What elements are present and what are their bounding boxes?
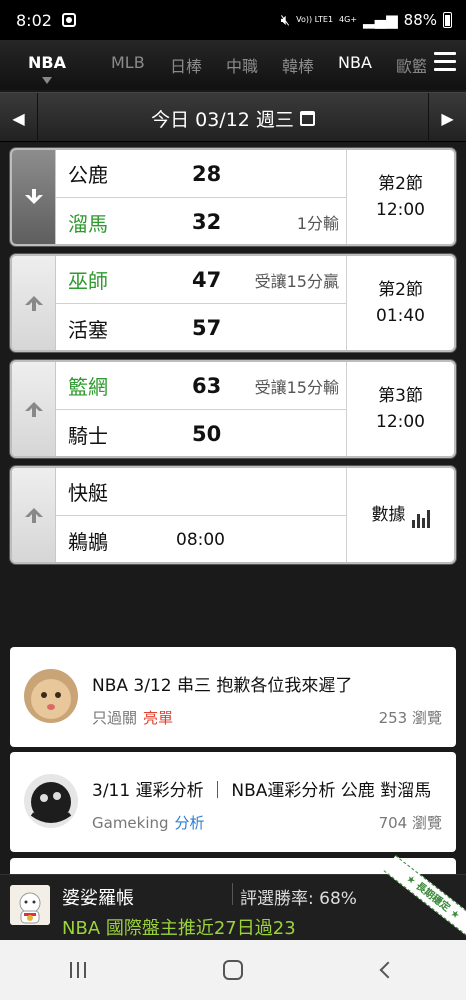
article-views: 704 瀏覽 bbox=[378, 814, 442, 832]
divider bbox=[232, 883, 233, 905]
date-bar: ◀ 今日 03/12 週三 ▶ bbox=[0, 92, 466, 143]
tab-cpbl[interactable]: 中職 bbox=[226, 53, 258, 77]
team-score: 32 bbox=[192, 210, 222, 234]
tab-label: NBA bbox=[28, 53, 66, 72]
game-card[interactable]: 巫師 47 受讓15分贏 活塞 57 第2節 01:40 bbox=[10, 254, 456, 352]
date-selector[interactable]: 今日 03/12 週三 bbox=[38, 93, 428, 143]
article-author: Gameking 分析 bbox=[92, 812, 205, 833]
team-name: 籃網 bbox=[68, 375, 108, 399]
team-row-away: 活塞 57 bbox=[56, 304, 347, 350]
home-button[interactable] bbox=[203, 950, 263, 990]
app-notification-icon bbox=[61, 13, 76, 27]
expand-arrow-icon[interactable] bbox=[12, 362, 56, 456]
article-card[interactable]: NBA 3/12 串三 抱歉各位我來遲了 只過關 亮單 253 瀏覽 bbox=[10, 647, 456, 747]
author-name: 只過關 bbox=[92, 709, 138, 727]
team-row-home: 快艇 bbox=[56, 468, 347, 516]
hamburger-menu-icon[interactable] bbox=[434, 52, 456, 72]
article-title: 3/11 運彩分析 ｜ NBA運彩分析 公鹿 對溜馬 bbox=[92, 781, 432, 801]
team-name: 巫師 bbox=[68, 269, 108, 293]
back-icon bbox=[379, 961, 397, 979]
team-row-away: 騎士 50 bbox=[56, 410, 347, 456]
game-period: 第2節 bbox=[378, 280, 423, 300]
volte-indicator: Vo)) LTE1 bbox=[296, 15, 334, 24]
collapse-arrow-icon[interactable] bbox=[12, 150, 56, 244]
game-card[interactable]: 公鹿 28 溜馬 32 1分輸 第2節 12:00 bbox=[10, 148, 456, 246]
team-name: 鵜鶘 bbox=[68, 529, 108, 554]
team-name: 快艇 bbox=[68, 481, 108, 505]
tab-npb[interactable]: 日棒 bbox=[170, 53, 202, 77]
battery-percent: 88% bbox=[403, 11, 437, 29]
game-period: 第2節 bbox=[378, 174, 423, 194]
author-avatar bbox=[24, 669, 78, 723]
team-name: 溜馬 bbox=[68, 211, 108, 236]
article-author: 只過關 亮單 bbox=[92, 707, 173, 728]
team-score: 63 bbox=[192, 373, 222, 398]
recents-icon bbox=[69, 962, 86, 978]
home-icon bbox=[222, 960, 243, 980]
handicap-result: 受讓15分贏 bbox=[254, 271, 339, 291]
article-views: 253 瀏覽 bbox=[378, 709, 442, 727]
recent-apps-button[interactable] bbox=[48, 950, 108, 990]
date-label: 今日 03/12 週三 bbox=[151, 108, 294, 131]
stats-label: 數據 bbox=[371, 505, 406, 525]
team-row-home: 巫師 47 受讓15分贏 bbox=[56, 256, 347, 304]
league-tab-bar: NBA MLB 日棒 中職 韓棒 NBA 歐籃 bbox=[0, 40, 466, 90]
tab-nba-2[interactable]: NBA bbox=[338, 53, 372, 72]
tab-nba[interactable]: NBA bbox=[28, 53, 66, 84]
tab-kbo[interactable]: 韓棒 bbox=[282, 53, 314, 77]
game-status: 第2節 01:40 bbox=[346, 256, 454, 350]
tipster-record: NBA 國際盤主推近27日過23 bbox=[62, 918, 296, 939]
team-score: 47 bbox=[192, 267, 222, 292]
prev-day-arrow-icon[interactable]: ◀ bbox=[0, 93, 38, 143]
article-title: NBA 3/12 串三 抱歉各位我來遲了 bbox=[92, 676, 353, 696]
article-card[interactable]: 3/11 運彩分析 ｜ NBA運彩分析 公鹿 對溜馬 Gameking 分析 70… bbox=[10, 752, 456, 852]
handicap-result: 1分輸 bbox=[296, 214, 339, 233]
network-indicator: 4G+ bbox=[339, 15, 358, 24]
author-name: Gameking bbox=[92, 814, 169, 832]
team-row-away: 鵜鶘 08:00 bbox=[56, 516, 347, 562]
tipster-win-rate: 評選勝率: 68% bbox=[240, 889, 357, 909]
game-clock: 12:00 bbox=[376, 200, 425, 220]
article-category-tag: 亮單 bbox=[143, 709, 174, 727]
game-clock: 01:40 bbox=[376, 306, 425, 326]
status-bar: 8:02 🔇︎ Vo)) LTE1 4G+ ▂▄▆ 88% bbox=[0, 0, 466, 40]
game-stats-link[interactable]: 數據 bbox=[346, 468, 454, 562]
game-status: 第3節 12:00 bbox=[346, 362, 454, 456]
expand-arrow-icon[interactable] bbox=[12, 468, 56, 562]
calendar-icon[interactable] bbox=[299, 110, 315, 126]
team-row-away: 溜馬 32 1分輸 bbox=[56, 198, 347, 244]
game-card[interactable]: 籃網 63 受讓15分輸 騎士 50 第3節 12:00 bbox=[10, 360, 456, 458]
back-button[interactable] bbox=[358, 950, 418, 990]
game-status: 第2節 12:00 bbox=[346, 150, 454, 244]
game-card[interactable]: 快艇 鵜鶘 08:00 數據 bbox=[10, 466, 456, 564]
lucky-cat-avatar bbox=[10, 885, 50, 925]
system-nav-bar bbox=[0, 940, 466, 1000]
team-row-home: 公鹿 28 bbox=[56, 150, 347, 198]
bar-chart-icon bbox=[411, 510, 430, 528]
article-category-tag: 分析 bbox=[174, 814, 205, 832]
next-day-arrow-icon[interactable]: ▶ bbox=[428, 93, 466, 143]
tab-selected-caret bbox=[41, 77, 52, 84]
author-avatar bbox=[24, 774, 78, 828]
tab-mlb[interactable]: MLB bbox=[111, 53, 145, 72]
game-start-time: 08:00 bbox=[176, 530, 225, 550]
team-row-home: 籃網 63 受讓15分輸 bbox=[56, 362, 347, 410]
mute-icon: 🔇︎ bbox=[280, 11, 291, 29]
signal-icon: ▂▄▆ bbox=[363, 11, 398, 29]
tipster-name: 婆娑羅帳 bbox=[62, 888, 134, 909]
tab-euroleague[interactable]: 歐籃 bbox=[396, 53, 426, 77]
game-clock: 12:00 bbox=[376, 412, 425, 432]
team-name: 公鹿 bbox=[68, 163, 108, 187]
team-score: 50 bbox=[192, 422, 222, 446]
game-period: 第3節 bbox=[378, 386, 423, 406]
team-name: 活塞 bbox=[68, 317, 108, 342]
expand-arrow-icon[interactable] bbox=[12, 256, 56, 350]
status-time: 8:02 bbox=[16, 10, 52, 30]
team-score: 28 bbox=[192, 161, 222, 186]
team-name: 騎士 bbox=[68, 423, 108, 448]
tipster-promo-banner[interactable]: 婆娑羅帳 評選勝率: 68% NBA 國際盤主推近27日過23 ★ 長期穩定 ★ bbox=[0, 855, 466, 940]
battery-icon bbox=[443, 12, 452, 28]
handicap-result: 受讓15分輸 bbox=[254, 377, 339, 397]
team-score: 57 bbox=[192, 316, 222, 340]
